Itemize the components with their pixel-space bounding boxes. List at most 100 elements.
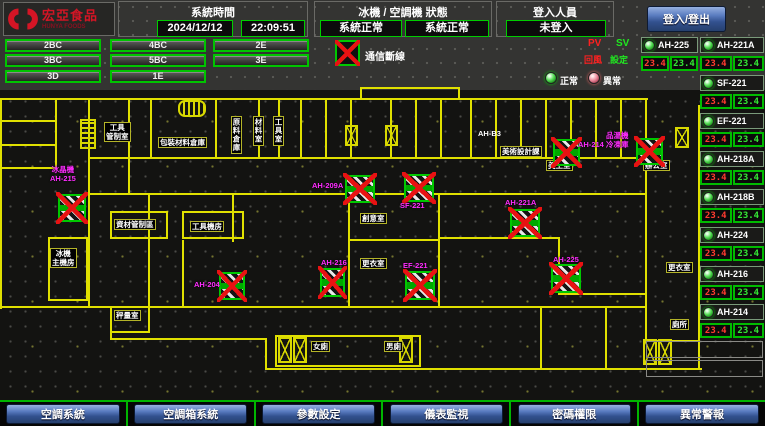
- unit-sv-value: 23.4: [733, 285, 765, 300]
- map-wall: [440, 98, 442, 157]
- room-label: 冰機 主機房: [50, 248, 77, 268]
- floor-button-5bc[interactable]: 5BC: [110, 54, 206, 67]
- bottom-menu-bar: 空調系統 空調箱系統 參數設定 儀表監視 密碼權限 異常警報: [0, 400, 765, 426]
- room-label: 工具室: [273, 116, 284, 146]
- unit-button-AH-218A[interactable]: AH-218A: [700, 151, 764, 167]
- map-wall: [0, 120, 57, 122]
- map-wall: [415, 98, 417, 157]
- map-wall: [215, 98, 217, 157]
- company-logo: 宏亞食品 HUNYA FOODS: [3, 2, 115, 36]
- login-status-display: 未登入: [506, 20, 606, 37]
- time-display: 22:09:51: [241, 20, 305, 37]
- unit-status-led-icon: [703, 78, 714, 89]
- floor-button-3d[interactable]: 3D: [5, 70, 101, 83]
- map-wall: [325, 98, 327, 157]
- map-wall: [458, 87, 460, 100]
- unit-pv-value: 23.4: [700, 208, 732, 223]
- map-wall: [88, 193, 90, 308]
- map-wall: [438, 193, 440, 308]
- unit-status-led-icon: [703, 230, 714, 241]
- unit-button-AH-221A[interactable]: AH-221A: [700, 37, 764, 53]
- login-logout-button[interactable]: 登入/登出: [647, 6, 726, 32]
- unit-button-AH-216[interactable]: AH-216: [700, 266, 764, 282]
- map-wall: [265, 338, 267, 370]
- unit-pv-value: 23.4: [700, 170, 732, 185]
- menu-button-alarm[interactable]: 異常警報: [645, 404, 758, 424]
- logo-text: 宏亞食品 HUNYA FOODS: [42, 9, 98, 30]
- ahu-comm-fail-icon[interactable]: [58, 194, 86, 222]
- unit-sv-value: 23.4: [733, 208, 765, 223]
- unit-temperature-values: 23.423.4: [700, 208, 764, 223]
- ahu-map-label: SF-221: [400, 202, 425, 211]
- unit-status-led-icon: [703, 154, 714, 165]
- map-wall: [55, 98, 57, 170]
- ahu-comm-fail-icon[interactable]: [636, 138, 663, 165]
- ahu-map-label: AH-214: [578, 141, 604, 150]
- ahu-comm-fail-icon[interactable]: [219, 272, 245, 300]
- menu-button-password-auth[interactable]: 密碼權限: [518, 404, 631, 424]
- ac-status-display: 系統正常: [405, 20, 489, 37]
- unit-button-AH-224[interactable]: AH-224: [700, 227, 764, 243]
- comm-fail-label: 通信斷線: [365, 48, 405, 63]
- unit-sv-value: 23.4: [733, 94, 765, 109]
- ahu-map-label: AH-221A: [505, 199, 536, 208]
- menu-button-param-setting[interactable]: 參數設定: [262, 404, 375, 424]
- ahu-map-label: AH-216: [321, 259, 347, 268]
- unit-name-label: EF-221: [717, 116, 747, 126]
- unit-status-led-icon: [703, 192, 714, 203]
- abnormal-led-icon: [588, 72, 600, 84]
- unit-button-EF-221[interactable]: EF-221: [700, 113, 764, 129]
- map-wall: [495, 98, 497, 157]
- room-label: 女廁: [311, 341, 330, 352]
- floor-button-3bc[interactable]: 3BC: [5, 54, 101, 67]
- unit-name-label: AH-216: [717, 269, 748, 279]
- floor-button-4bc[interactable]: 4BC: [110, 39, 206, 52]
- unit-pv-value: 23.4: [700, 323, 732, 338]
- unit-button-AH-214[interactable]: AH-214: [700, 304, 764, 320]
- ahu-comm-fail-icon[interactable]: [345, 175, 375, 203]
- room-label: 美術設計課: [500, 146, 542, 157]
- ahu-comm-fail-icon[interactable]: [553, 139, 580, 166]
- map-wall: [0, 98, 2, 309]
- unit-temperature-values: 23.423.4: [641, 56, 698, 71]
- unit-button-AH-218B[interactable]: AH-218B: [700, 189, 764, 205]
- unit-pv-value: 23.4: [700, 94, 732, 109]
- unit-button-SF-221[interactable]: SF-221: [700, 75, 764, 91]
- logo-company-name: 宏亞食品: [42, 9, 98, 22]
- unit-temperature-values: 23.423.4: [700, 323, 764, 338]
- room-label: 資材管制區: [114, 219, 156, 230]
- map-wall: [0, 144, 57, 146]
- floor-button-2e[interactable]: 2E: [213, 39, 309, 52]
- stairwell-x-icon: [675, 127, 689, 148]
- floor-button-1e[interactable]: 1E: [110, 70, 206, 83]
- ahu-comm-fail-icon[interactable]: [510, 209, 540, 237]
- ahu-comm-fail-icon[interactable]: [404, 174, 434, 202]
- unit-button-AH-225[interactable]: AH-225: [641, 37, 698, 53]
- menu-button-meter-monitor[interactable]: 儀表監視: [390, 404, 503, 424]
- map-wall: [470, 98, 472, 157]
- unit-sv-value: 23.4: [733, 323, 765, 338]
- sv-label: SV: [616, 38, 629, 49]
- menu-button-ac-system[interactable]: 空調系統: [6, 404, 119, 424]
- map-wall: [0, 98, 648, 100]
- unit-status-led-icon: [644, 40, 655, 51]
- unit-sv-value: 23.4: [733, 246, 765, 261]
- ahu-comm-fail-icon[interactable]: [551, 264, 581, 293]
- ahu-comm-fail-icon[interactable]: [405, 271, 435, 300]
- room-label: 更衣室: [666, 262, 693, 273]
- hmi-screen: 工具 管制室包裝材料倉庫原料倉庫材料室工具室AH-B3美術設計課美工室辦公室資材…: [0, 0, 765, 426]
- login-section: 登入人員 未登入: [496, 1, 614, 37]
- map-wall: [645, 98, 647, 342]
- ahu-comm-fail-icon[interactable]: [320, 268, 345, 297]
- map-wall: [265, 368, 702, 370]
- unit-pv-value: 23.4: [700, 285, 732, 300]
- map-wall: [360, 87, 460, 89]
- date-display: 2024/12/12: [157, 20, 233, 37]
- abnormal-label: 異常: [603, 74, 621, 87]
- stairwell-x-icon: [345, 125, 358, 146]
- chiller-status-display: 系統正常: [320, 20, 402, 37]
- floor-button-3e[interactable]: 3E: [213, 54, 309, 67]
- floor-button-2bc[interactable]: 2BC: [5, 39, 101, 52]
- map-wall: [182, 240, 184, 308]
- menu-button-ahu-system[interactable]: 空調箱系統: [134, 404, 247, 424]
